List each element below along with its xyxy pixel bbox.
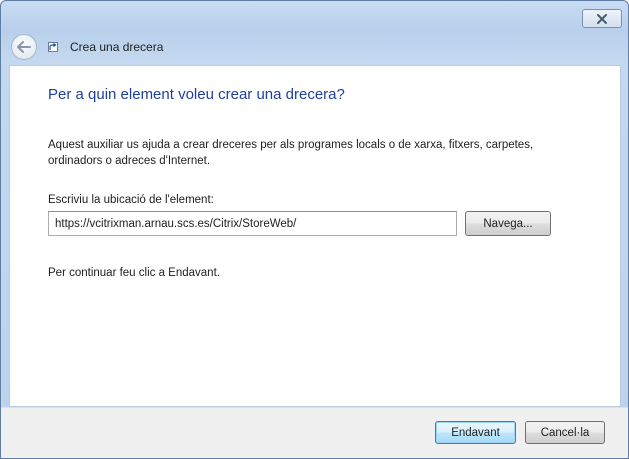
location-input[interactable]: [48, 211, 457, 236]
close-button[interactable]: [582, 9, 622, 28]
browse-button[interactable]: Navega...: [465, 211, 551, 236]
window-title: Crea una drecera: [70, 40, 164, 54]
next-button[interactable]: Endavant: [435, 421, 516, 444]
continue-instruction: Per continuar feu clic a Endavant.: [48, 267, 220, 279]
back-button[interactable]: [11, 34, 37, 60]
location-label: Escriviu la ubicació de l'element:: [48, 194, 214, 206]
title-bar: Crea una drecera: [11, 33, 618, 61]
shortcut-icon: [48, 42, 58, 52]
cancel-button[interactable]: Cancel·la: [525, 421, 605, 444]
create-shortcut-window: Crea una drecera Per a quin element vole…: [0, 0, 629, 459]
wizard-content: Per a quin element voleu crear una drece…: [9, 65, 621, 407]
wizard-description: Aquest auxiliar us ajuda a crear drecere…: [48, 139, 534, 167]
back-arrow-icon: [17, 41, 31, 53]
page-title: Per a quin element voleu crear una drece…: [48, 86, 345, 103]
wizard-footer: Endavant Cancel·la: [1, 407, 628, 458]
close-icon: [597, 13, 607, 24]
